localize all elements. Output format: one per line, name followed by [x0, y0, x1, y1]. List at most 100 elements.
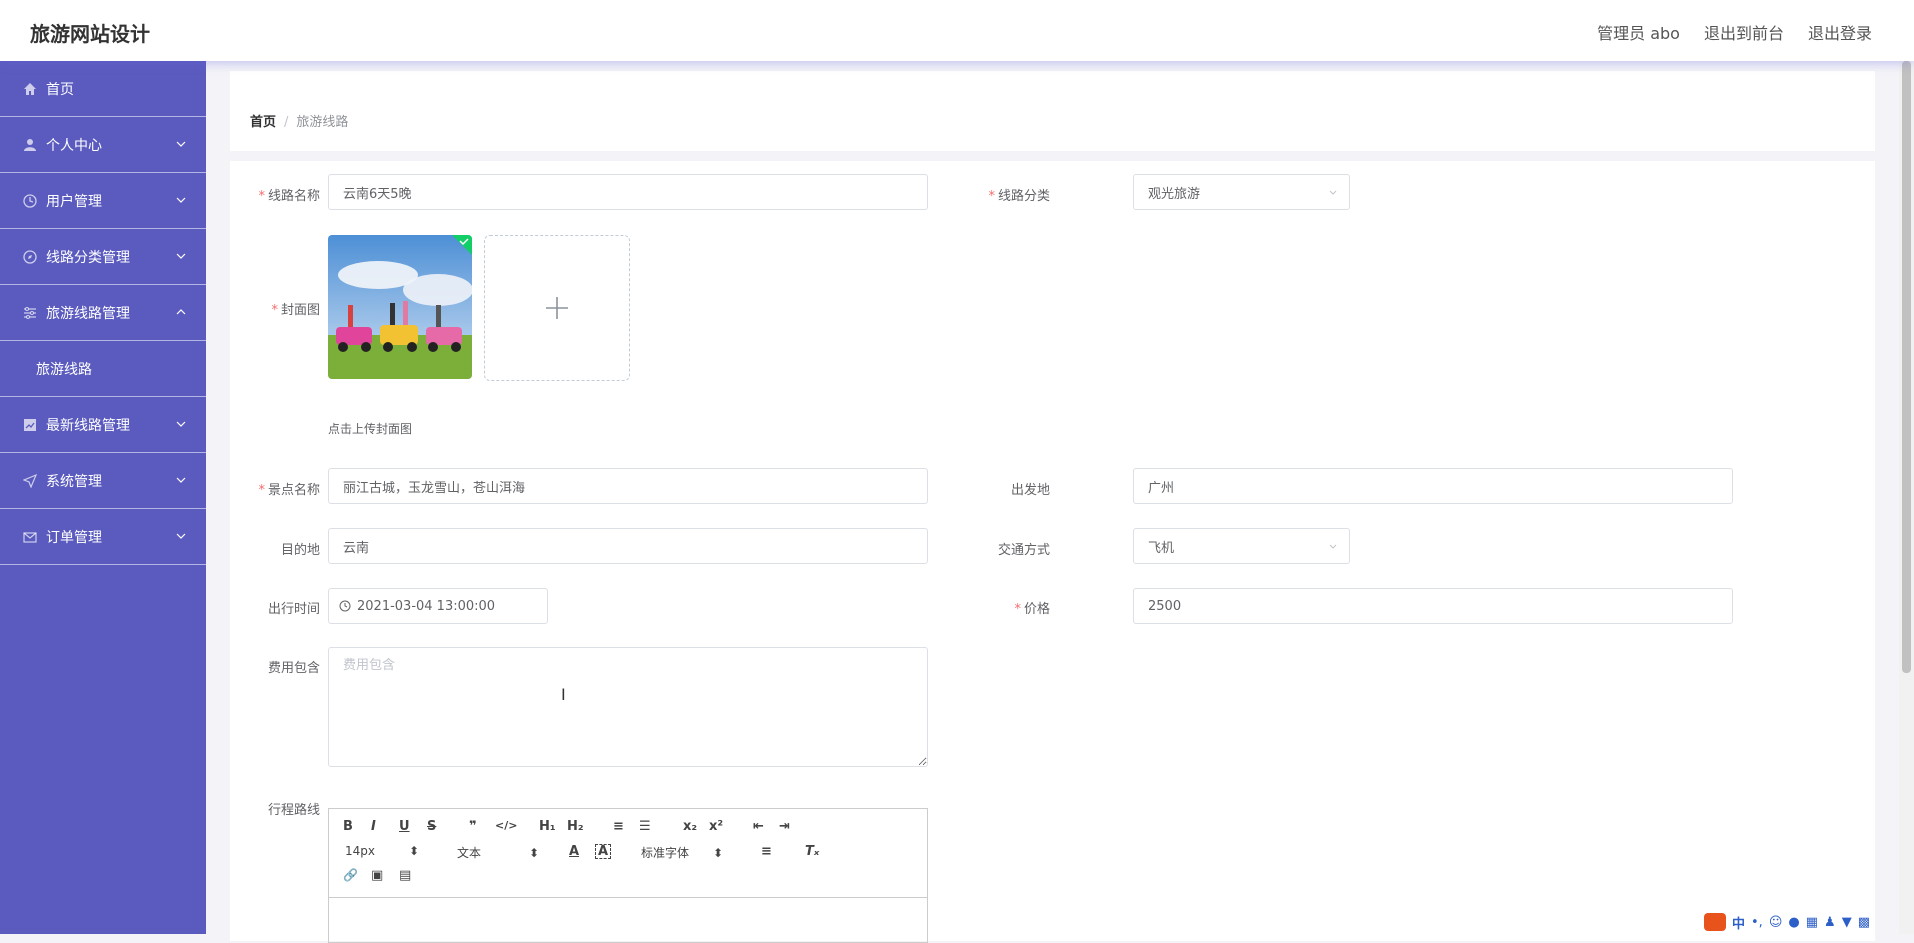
departure-label: 出发地: [1010, 483, 1050, 498]
sidebar: 首页 个人中心 用户管理 线路分类管理 旅游线路管理 旅游线路 最新线路管理 系…: [0, 61, 206, 934]
logout-link[interactable]: 退出登录: [1808, 20, 1872, 44]
breadcrumb-current: 旅游线路: [296, 115, 349, 130]
sidebar-item-label: 用户管理: [46, 193, 102, 210]
destination-input[interactable]: 云南: [328, 528, 928, 564]
breadcrumb-home[interactable]: 首页: [250, 115, 276, 130]
code-block-button[interactable]: </>: [495, 819, 517, 832]
text-cursor-icon: I: [561, 685, 566, 704]
scenic-input[interactable]: 丽江古城，玉龙雪山，苍山洱海: [328, 468, 928, 504]
ime-emoji-icon: ☺: [1768, 914, 1783, 930]
sidebar-item-order-management[interactable]: 订单管理: [0, 509, 206, 565]
italic-button[interactable]: I: [371, 819, 376, 834]
mail-icon: [22, 529, 38, 545]
sidebar-item-label: 线路分类管理: [46, 249, 130, 266]
header-type-select[interactable]: 文本 ⬍: [457, 844, 539, 861]
travel-time-picker[interactable]: 2021-03-04 13:00:00: [328, 588, 548, 624]
plus-icon: [546, 297, 568, 319]
ime-keyboard-icon: ▦: [1805, 914, 1819, 930]
chevron-down-icon: [176, 197, 186, 203]
itinerary-label: 行程路线: [267, 803, 320, 818]
sidebar-item-route-management[interactable]: 旅游线路管理: [0, 285, 206, 341]
bullet-list-button[interactable]: ☰: [639, 819, 651, 834]
clock-icon: [22, 193, 38, 209]
editor-content-area[interactable]: [329, 898, 927, 943]
scenic-label: * 景点名称: [258, 483, 320, 498]
superscript-button[interactable]: x²: [709, 819, 723, 834]
video-button[interactable]: ▤: [399, 868, 411, 883]
chevron-down-icon: [176, 253, 186, 259]
fee-includes-textarea[interactable]: [328, 647, 928, 767]
clean-format-button[interactable]: Tₓ: [805, 844, 819, 859]
chevron-down-icon: [176, 533, 186, 539]
price-input[interactable]: 2500: [1133, 588, 1733, 624]
sidebar-item-label: 旅游线路管理: [46, 305, 130, 322]
ime-punct-icon: •,: [1751, 914, 1763, 930]
page-scrollbar[interactable]: [1899, 61, 1914, 934]
top-links: 管理员 abo 退出到前台 退出登录: [1597, 20, 1872, 44]
sidebar-item-latest-routes[interactable]: 最新线路管理: [0, 397, 206, 453]
sidebar-item-home[interactable]: 首页: [0, 61, 206, 117]
ordered-list-button[interactable]: ≡: [613, 819, 624, 834]
sidebar-item-category-management[interactable]: 线路分类管理: [0, 229, 206, 285]
align-button[interactable]: ≡: [761, 844, 772, 859]
compass-icon: [22, 249, 38, 265]
background-color-button[interactable]: A: [595, 844, 612, 859]
fee-includes-label: 费用包含: [267, 661, 320, 676]
breadcrumb-separator: /: [284, 115, 289, 130]
sidebar-item-label: 最新线路管理: [46, 417, 130, 434]
chevron-down-icon: [1329, 544, 1337, 549]
home-icon: [22, 81, 38, 97]
scrollbar-thumb[interactable]: [1902, 61, 1911, 673]
sidebar-subitem-routes[interactable]: 旅游线路: [0, 341, 206, 397]
route-category-select[interactable]: 观光旅游: [1133, 174, 1350, 210]
subscript-button[interactable]: x₂: [683, 819, 697, 834]
price-label: * 价格: [1014, 602, 1050, 617]
indent-button[interactable]: ⇥: [779, 819, 790, 834]
chevron-down-icon: [176, 421, 186, 427]
travel-time-value: 2021-03-04 13:00:00: [357, 598, 496, 614]
image-button[interactable]: ▣: [371, 868, 383, 883]
exit-to-front-link[interactable]: 退出到前台: [1704, 20, 1784, 44]
cover-image-thumbnail[interactable]: [328, 235, 472, 379]
underline-button[interactable]: U: [399, 819, 410, 834]
sidebar-item-label: 订单管理: [46, 529, 102, 546]
travel-time-label: 出行时间: [267, 602, 320, 617]
cover-upload-tip: 点击上传封面图: [328, 422, 413, 436]
bold-button[interactable]: B: [343, 819, 353, 834]
strike-button[interactable]: S: [427, 819, 436, 834]
ime-user-icon: ♟: [1824, 914, 1836, 930]
ime-menu-icon: ▩: [1857, 914, 1870, 930]
cover-label: * 封面图: [271, 303, 320, 318]
route-form: * 线路名称 云南6天5晚 * 线路分类 观光旅游 * 封面图 点击上传封面图 …: [230, 161, 1875, 943]
clock-icon: [339, 600, 351, 612]
transport-select[interactable]: 飞机: [1133, 528, 1350, 564]
sidebar-item-personal-center[interactable]: 个人中心: [0, 117, 206, 173]
main-content: 首页 / 旅游线路 * 线路名称 云南6天5晚 * 线路分类 观光旅游 * 封面图: [206, 61, 1899, 943]
route-name-label: * 线路名称: [258, 189, 320, 204]
font-family-select[interactable]: 标准字体 ⬍: [641, 844, 723, 861]
app-title: 旅游网站设计: [30, 22, 150, 46]
sidebar-item-system-management[interactable]: 系统管理: [0, 453, 206, 509]
breadcrumb-card: 首页 / 旅游线路: [230, 71, 1875, 151]
outdent-button[interactable]: ⇤: [753, 819, 764, 834]
font-size-select[interactable]: 14px ⬍: [345, 844, 419, 858]
sidebar-item-user-management[interactable]: 用户管理: [0, 173, 206, 229]
send-icon: [22, 473, 38, 489]
route-name-input[interactable]: 云南6天5晚: [328, 174, 928, 210]
ime-skin-icon: ▼: [1841, 914, 1852, 930]
font-color-button[interactable]: A: [569, 844, 579, 859]
sliders-icon: [22, 305, 38, 321]
ime-toolbar[interactable]: 中 •, ☺ ● ▦ ♟ ▼ ▩: [1704, 910, 1914, 934]
chart-icon: [22, 417, 38, 433]
link-button[interactable]: 🔗: [343, 868, 358, 882]
editor-toolbar: B I U S ❞ </> H₁ H₂ ≡ ☰ x₂ x² ⇤ ⇥ 14px ⬍ …: [329, 809, 927, 898]
itinerary-rich-editor: B I U S ❞ </> H₁ H₂ ≡ ☰ x₂ x² ⇤ ⇥ 14px ⬍ …: [328, 808, 928, 943]
departure-input[interactable]: 广州: [1133, 468, 1733, 504]
h1-button[interactable]: H₁: [539, 819, 556, 834]
quote-button[interactable]: ❞: [469, 819, 477, 834]
sidebar-item-label: 首页: [46, 81, 74, 98]
h2-button[interactable]: H₂: [567, 819, 584, 834]
sogou-logo-icon: [1704, 913, 1726, 931]
breadcrumb: 首页 / 旅游线路: [250, 111, 348, 130]
upload-add-button[interactable]: [484, 235, 630, 381]
